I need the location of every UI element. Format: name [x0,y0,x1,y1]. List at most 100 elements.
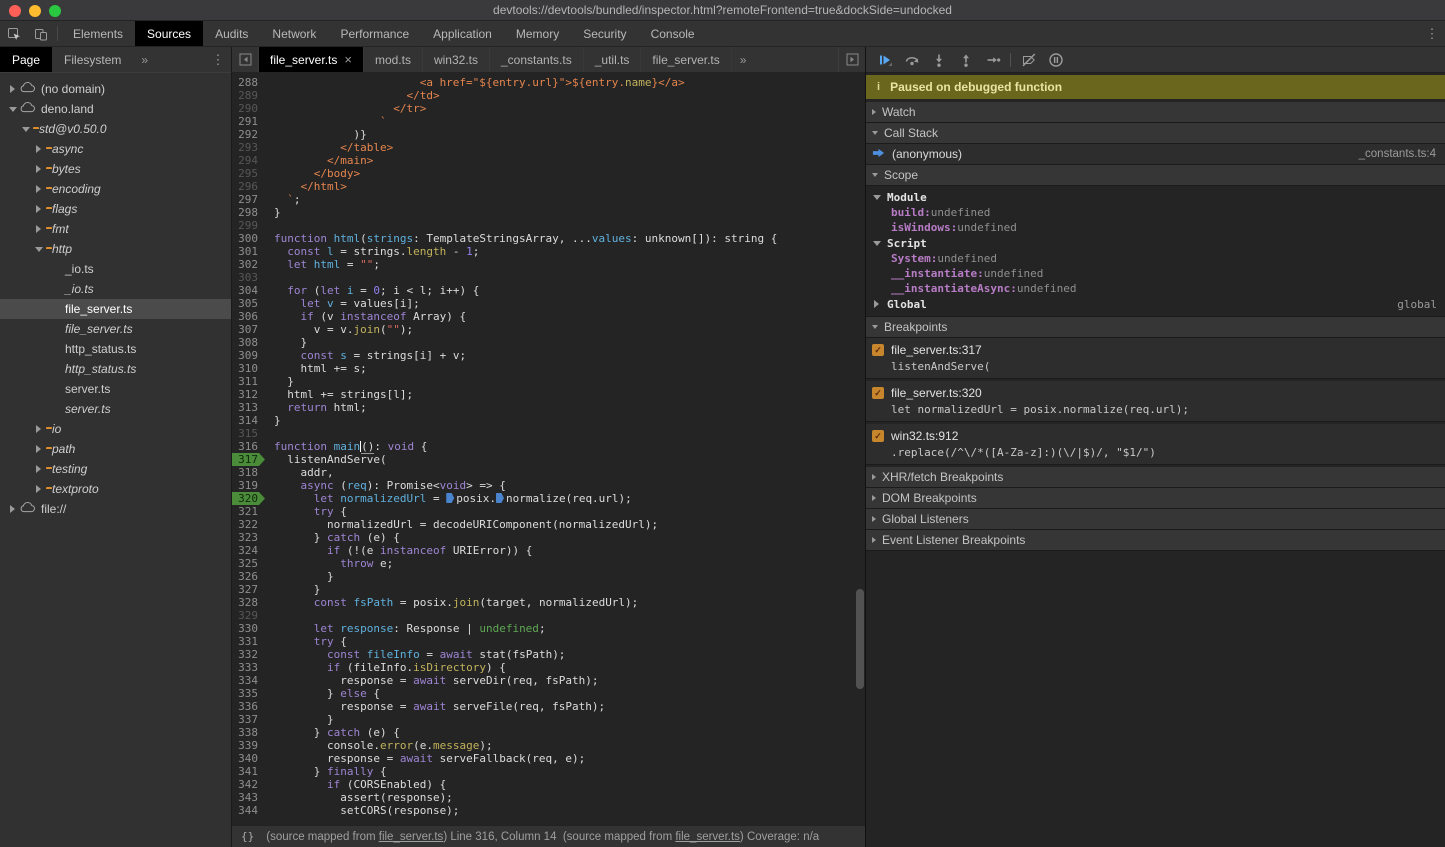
tree-item-http-status-ts[interactable]: http_status.ts [0,339,231,359]
code-line[interactable]: 320 let normalizedUrl = posix.normalize(… [232,492,865,505]
line-number[interactable]: 290 [232,102,266,115]
line-number[interactable]: 324 [232,544,266,557]
code-line[interactable]: 331 try { [232,635,865,648]
code-line[interactable]: 328 const fsPath = posix.join(target, no… [232,596,865,609]
line-number[interactable]: 311 [232,375,266,388]
breakpoint-location[interactable]: file_server.ts:320 [891,386,982,400]
code-line[interactable]: 335 } else { [232,687,865,700]
line-number[interactable]: 291 [232,115,266,128]
step-out-button[interactable] [952,47,979,73]
code-line[interactable]: 325 throw e; [232,557,865,570]
scope-property[interactable]: isWindows: undefined [866,220,1445,235]
code-line[interactable]: 344 setCORS(response); [232,804,865,817]
editor-tab-mod-ts[interactable]: mod.ts [364,47,423,72]
tree-item-std-v0-50-0[interactable]: std@v0.50.0 [0,119,231,139]
breakpoint-location[interactable]: file_server.ts:317 [891,343,982,357]
editor-tab-util-ts[interactable]: _util.ts [584,47,642,72]
scope-property[interactable]: __instantiate: undefined [866,266,1445,281]
inline-breakpoint-marker-icon[interactable] [446,493,454,503]
code-line[interactable]: 306 if (v instanceof Array) { [232,310,865,323]
code-line[interactable]: 313 return html; [232,401,865,414]
code-line[interactable]: 334 response = await serveDir(req, fsPat… [232,674,865,687]
frame-location[interactable]: _constants.ts:4 [1359,148,1436,160]
tree-item-fmt[interactable]: fmt [0,219,231,239]
line-number[interactable]: 309 [232,349,266,362]
code-line[interactable]: 289 </td> [232,89,865,102]
code-line[interactable]: 323 } catch (e) { [232,531,865,544]
tree-item-deno-land[interactable]: deno.land [0,99,231,119]
code-line[interactable]: 342 if (CORSEnabled) { [232,778,865,791]
code-line[interactable]: 296 </html> [232,180,865,193]
navigator-more-options-icon[interactable]: ⋮ [205,47,231,72]
line-number[interactable]: 310 [232,362,266,375]
line-number[interactable]: 302 [232,258,266,271]
editor-tab-constants-ts[interactable]: _constants.ts [490,47,584,72]
close-window-button[interactable] [9,5,21,17]
breakpoint-checkbox[interactable]: ✓ [872,387,884,399]
line-number[interactable]: 289 [232,89,266,102]
line-number[interactable]: 343 [232,791,266,804]
navigator-overflow-icon[interactable]: » [133,47,156,72]
breakpoint-checkbox[interactable]: ✓ [872,430,884,442]
line-number[interactable]: 306 [232,310,266,323]
tab-application[interactable]: Application [421,21,504,46]
code-line[interactable]: 311 } [232,375,865,388]
breakpoint-location[interactable]: win32.ts:912 [891,429,958,443]
tree-item-file-server-ts[interactable]: file_server.ts [0,299,231,319]
tab-security[interactable]: Security [571,21,638,46]
device-toolbar-icon[interactable] [27,21,54,46]
expand-debugger-icon[interactable] [838,47,865,72]
line-number[interactable]: 335 [232,687,266,700]
status-file-link[interactable]: file_server.ts [675,831,740,843]
minimize-window-button[interactable] [29,5,41,17]
call-stack-frame[interactable]: (anonymous)_constants.ts:4 [866,144,1445,165]
code-line[interactable]: 295 </body> [232,167,865,180]
line-number[interactable]: 292 [232,128,266,141]
tab-memory[interactable]: Memory [504,21,571,46]
code-line[interactable]: 298} [232,206,865,219]
watch-section-header[interactable]: Watch [866,102,1445,123]
code-line[interactable]: 341 } finally { [232,765,865,778]
line-number[interactable]: 337 [232,713,266,726]
call-stack-section-header[interactable]: Call Stack [866,123,1445,144]
line-number[interactable]: 344 [232,804,266,817]
inline-breakpoint-marker-icon[interactable] [496,493,504,503]
code-line[interactable]: 309 const s = strings[i] + v; [232,349,865,362]
code-line[interactable]: 316function main(): void { [232,440,865,453]
editor-tabs-overflow-icon[interactable]: » [732,47,755,72]
code-line[interactable]: 329 [232,609,865,622]
line-number[interactable]: 331 [232,635,266,648]
code-line[interactable]: 315 [232,427,865,440]
breakpoint-entry[interactable]: ✓file_server.ts:320let normalizedUrl = p… [866,381,1445,422]
line-number[interactable]: 301 [232,245,266,258]
line-number[interactable]: 328 [232,596,266,609]
code-line[interactable]: 321 try { [232,505,865,518]
line-number[interactable]: 313 [232,401,266,414]
line-number[interactable]: 300 [232,232,266,245]
line-number[interactable]: 319 [232,479,266,492]
inspect-element-icon[interactable] [0,21,27,46]
code-line[interactable]: 292 )} [232,128,865,141]
line-number[interactable]: 314 [232,414,266,427]
editor-tab-file-server-ts[interactable]: file_server.ts [641,47,731,72]
code-line[interactable]: 327 } [232,583,865,596]
line-number[interactable]: 288 [232,76,266,89]
tree-item-file[interactable]: file:// [0,499,231,519]
code-line[interactable]: 310 html += s; [232,362,865,375]
line-number[interactable]: 322 [232,518,266,531]
tab-performance[interactable]: Performance [328,21,421,46]
breakpoint-line-number[interactable]: 317 [232,453,266,466]
close-tab-icon[interactable]: × [344,53,352,66]
code-line[interactable]: 297 `; [232,193,865,206]
line-number[interactable]: 312 [232,388,266,401]
code-line[interactable]: 319 async (req): Promise<void> => { [232,479,865,492]
line-number[interactable]: 318 [232,466,266,479]
line-number[interactable]: 299 [232,219,266,232]
line-number[interactable]: 323 [232,531,266,544]
tree-item-encoding[interactable]: encoding [0,179,231,199]
editor-scrollbar-thumb[interactable] [856,589,864,689]
code-line[interactable]: 303 [232,271,865,284]
scope-property[interactable]: __instantiateAsync: undefined [866,281,1445,296]
line-number[interactable]: 339 [232,739,266,752]
line-number[interactable]: 341 [232,765,266,778]
